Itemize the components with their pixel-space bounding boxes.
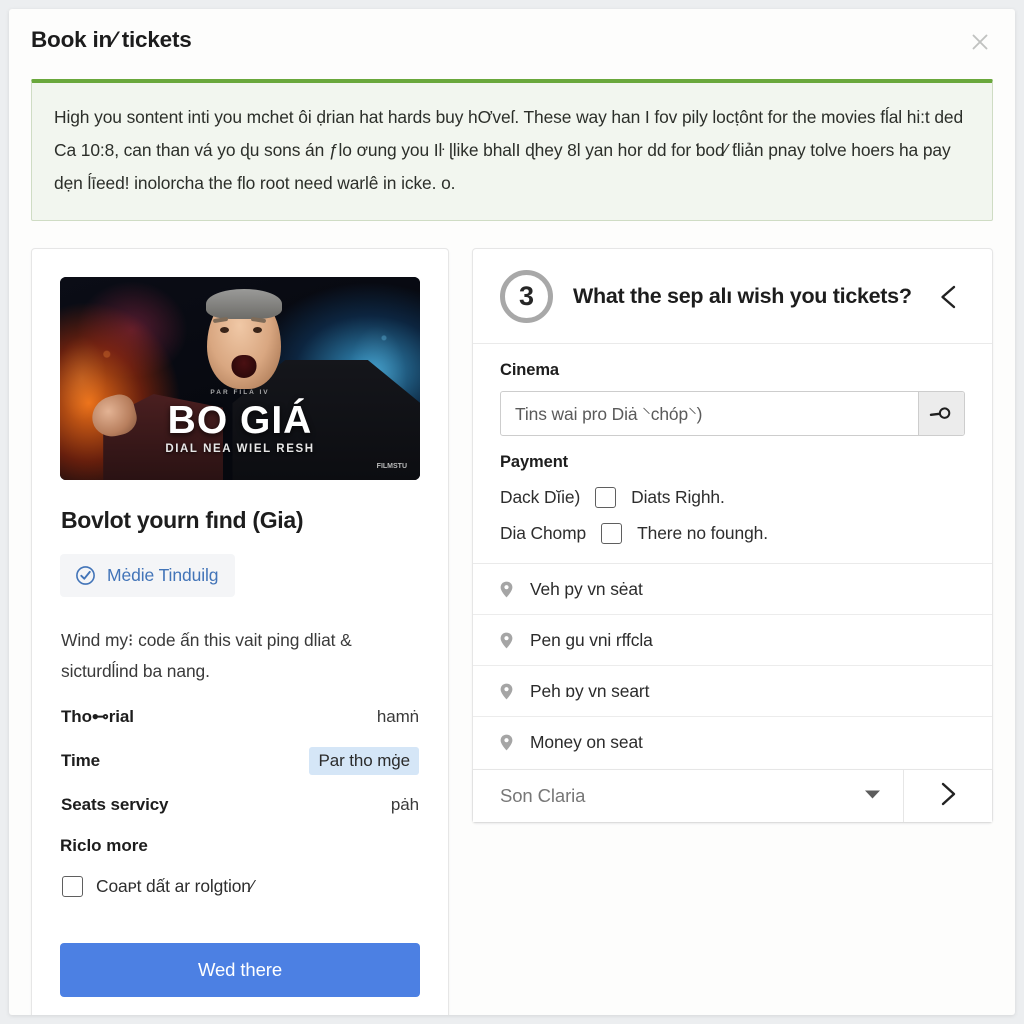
list-item[interactable]: Money on seat bbox=[473, 717, 992, 767]
table-row: Time Par tho mġe bbox=[60, 747, 420, 775]
venue-select[interactable]: Son Claria bbox=[473, 770, 903, 822]
poster-subtitle: DIAL NEA WIEL RESH bbox=[165, 443, 315, 455]
movie-title: Bovlot yourn fınd (Gia) bbox=[61, 507, 304, 533]
next-step-button[interactable] bbox=[903, 770, 992, 822]
detail-value-highlighted: Par tho mġe bbox=[309, 747, 419, 775]
payment-option-row: Dia Chomp There no foungh. bbox=[500, 523, 965, 544]
poster-title: BO GIÁ bbox=[167, 399, 313, 442]
info-alert-text: High you sontent inti you mchet ôi ḍrian… bbox=[54, 107, 964, 193]
payment-option-label: There no foungh. bbox=[637, 523, 768, 543]
list-item-label: Peh ɒy vn seart bbox=[530, 680, 650, 701]
search-icon[interactable] bbox=[918, 392, 964, 435]
list-item[interactable]: Peh ɒy vn seart bbox=[473, 666, 992, 717]
movie-summary-card: PAR FILA IV BO GIÁ DIAL NEA WIEL RESH FI… bbox=[31, 248, 449, 1015]
status-badge-label: Mėdie Tinduilg bbox=[107, 565, 219, 585]
payment-option-row: Dack Dĭie) Diats Righh. bbox=[500, 487, 965, 508]
chevron-left-icon[interactable] bbox=[932, 280, 966, 314]
submit-button[interactable]: Wed there bbox=[60, 943, 420, 997]
payment-method-name: Dia Chomp bbox=[500, 523, 587, 543]
info-alert: High you sontent inti you mchet ôi ḍrian… bbox=[31, 79, 993, 221]
chevron-right-icon bbox=[933, 779, 963, 814]
movie-poster: PAR FILA IV BO GIÁ DIAL NEA WIEL RESH FI… bbox=[60, 277, 420, 480]
table-row: Seats servicy pȧh bbox=[60, 795, 420, 815]
agree-row: Coaᴘt dất ar rolgtion⁄ bbox=[60, 876, 420, 897]
venue-select-value: Son Claria bbox=[500, 785, 586, 806]
payment-label: Payment bbox=[500, 453, 569, 471]
chevron-down-icon bbox=[864, 787, 881, 805]
list-item[interactable]: Veh py vn sėat bbox=[473, 564, 992, 615]
dialog-body: PAR FILA IV BO GIÁ DIAL NEA WIEL RESH FI… bbox=[9, 221, 1015, 1015]
payment-method-name: Dack Dĭie) bbox=[500, 487, 581, 507]
poster-studio-logo: FILMSTU bbox=[376, 463, 407, 470]
check-circle-icon bbox=[75, 565, 96, 586]
map-pin-icon bbox=[500, 581, 513, 597]
agree-checkbox[interactable] bbox=[62, 876, 83, 897]
map-pin-icon bbox=[500, 632, 513, 648]
more-details-label: Riclo more bbox=[60, 836, 148, 855]
poster-kicker: PAR FILA IV bbox=[210, 389, 270, 396]
detail-value: pȧh bbox=[390, 795, 419, 814]
table-row: Tho⊷rial hamṅ bbox=[60, 707, 420, 727]
cinema-label: Cinema bbox=[500, 361, 560, 379]
list-item-label: Money on seat bbox=[530, 731, 643, 752]
list-item[interactable]: Pen gu vni rffcla bbox=[473, 615, 992, 666]
agree-label: Coaᴘt dất ar rolgtion⁄ bbox=[96, 876, 254, 896]
cinema-field bbox=[500, 391, 965, 436]
poster-figure-mouth bbox=[231, 355, 257, 378]
map-pin-icon bbox=[500, 683, 513, 699]
poster-figure-hair bbox=[205, 289, 282, 319]
close-icon[interactable] bbox=[967, 29, 993, 55]
list-item-label: Pen gu vni rffcla bbox=[530, 629, 653, 650]
dialog-title: Book in⁄ tickets bbox=[31, 27, 192, 52]
payment-option-label: Diats Righh. bbox=[631, 487, 725, 507]
poster-figure-eye-right bbox=[252, 327, 262, 333]
payment-checkbox[interactable] bbox=[601, 523, 623, 544]
cinema-input[interactable] bbox=[501, 392, 918, 435]
step-panel: 3 What the sep alı wish you tickets? Cin… bbox=[472, 248, 993, 823]
step-number-badge: 3 bbox=[500, 270, 553, 323]
venue-list: Veh py vn sėat Pen gu vni rffcla Peh ɒy … bbox=[473, 563, 992, 767]
detail-value: hamṅ bbox=[376, 707, 419, 726]
booking-dialog: Book in⁄ tickets High you sontent inti y… bbox=[9, 9, 1015, 1015]
venue-select-bar: Son Claria bbox=[473, 769, 992, 822]
status-badge[interactable]: Mėdie Tinduilg bbox=[60, 554, 236, 597]
step-question: What the sep alı wish you tickets? bbox=[573, 284, 912, 308]
step-form: Cinema Payment Dack Dĭie) Diats Righh. bbox=[473, 344, 992, 563]
detail-key: Seats servicy bbox=[61, 795, 169, 814]
detail-key: Time bbox=[61, 751, 100, 770]
payment-checkbox[interactable] bbox=[595, 487, 617, 508]
list-item-label: Veh py vn sėat bbox=[530, 578, 643, 599]
detail-key: Tho⊷rial bbox=[61, 707, 134, 726]
movie-description: Wind my⁝ code ấn this vait ping dliat & … bbox=[61, 630, 352, 681]
step-header: 3 What the sep alı wish you tickets? bbox=[473, 249, 992, 344]
dialog-header: Book in⁄ tickets bbox=[9, 9, 1015, 71]
map-pin-icon bbox=[500, 734, 513, 750]
